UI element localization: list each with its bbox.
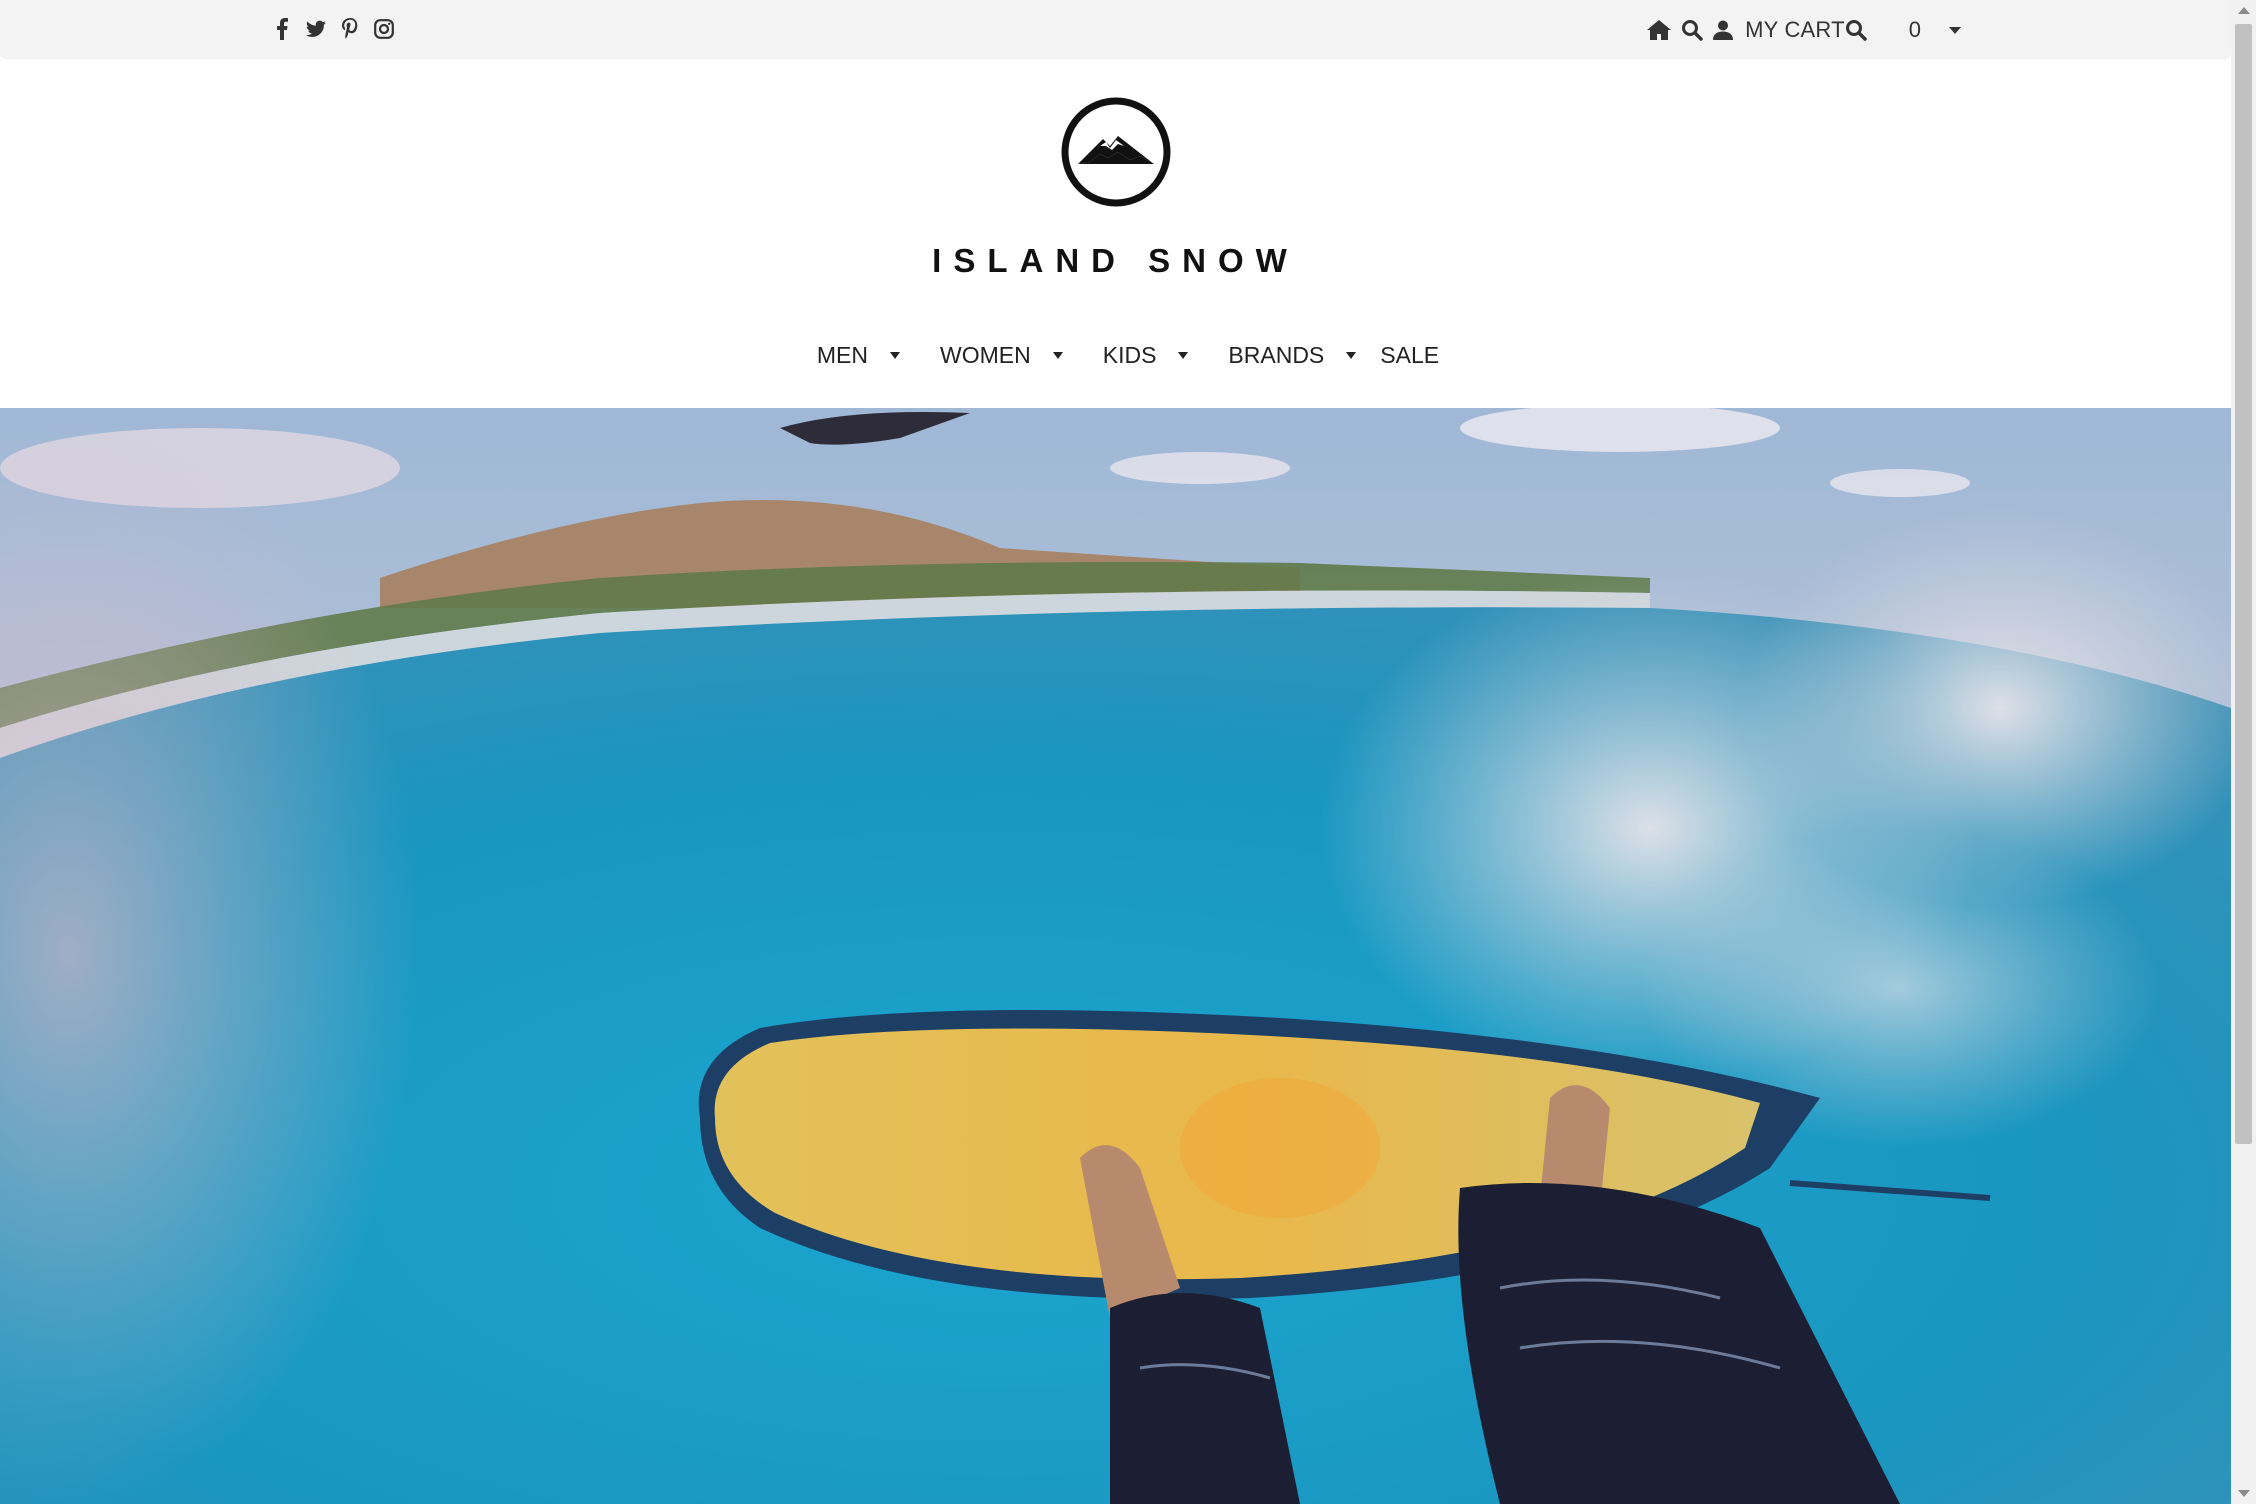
cart-search-icon[interactable]: [1845, 19, 1867, 41]
nav-item-men[interactable]: MEN: [816, 342, 901, 369]
vertical-scrollbar[interactable]: [2231, 0, 2256, 1504]
surfer-on-wave-hero-image: [0, 408, 2231, 1504]
home-icon[interactable]: [1647, 20, 1672, 40]
caret-down-icon: [890, 352, 901, 359]
instagram-icon[interactable]: [374, 16, 394, 42]
scroll-down-arrow-icon[interactable]: [2238, 1490, 2250, 1497]
nav-item-label: SALE: [1380, 342, 1440, 368]
brand-logo[interactable]: ISLAND SNOW: [0, 96, 2231, 279]
search-icon[interactable]: [1681, 19, 1703, 41]
my-cart-link[interactable]: MY CART: [1745, 17, 1845, 43]
nav-item-label: WOMEN: [940, 342, 1031, 368]
nav-item-women[interactable]: WOMEN: [940, 342, 1063, 369]
page: MY CART 0 ISLAND SNOW MEN WOMEN KIDS BRA…: [0, 0, 2231, 1504]
nav-item-label: KIDS: [1102, 342, 1157, 368]
caret-down-icon: [1346, 352, 1357, 359]
top-bar: MY CART 0: [0, 0, 2231, 59]
nav-item-brands[interactable]: BRANDS: [1228, 342, 1357, 369]
scroll-up-arrow-icon[interactable]: [2238, 7, 2250, 14]
browser-viewport: MY CART 0 ISLAND SNOW MEN WOMEN KIDS BRA…: [0, 0, 2256, 1504]
twitter-icon[interactable]: [306, 16, 326, 42]
scrollbar-thumb[interactable]: [2235, 24, 2252, 1144]
main-nav: MEN WOMEN KIDS BRANDS SALE: [0, 342, 2231, 369]
nav-item-kids[interactable]: KIDS: [1103, 342, 1189, 369]
account-cart-bar: MY CART 0: [1647, 13, 1961, 47]
cart-dropdown-caret-icon[interactable]: [1949, 26, 1961, 34]
pinterest-icon[interactable]: [340, 16, 360, 42]
nav-item-label: MEN: [816, 342, 869, 368]
user-icon[interactable]: [1713, 20, 1734, 40]
mountain-logo-icon: [1061, 97, 1170, 207]
hero-image[interactable]: [0, 408, 2231, 1504]
caret-down-icon: [1052, 352, 1063, 359]
caret-down-icon: [1178, 352, 1189, 359]
facebook-icon[interactable]: [272, 16, 292, 42]
nav-item-sale[interactable]: SALE: [1380, 342, 1439, 369]
nav-item-label: BRANDS: [1228, 342, 1325, 368]
cart-count[interactable]: 0: [1909, 17, 1921, 43]
social-links: [272, 16, 394, 42]
brand-name: ISLAND SNOW: [932, 242, 1299, 279]
